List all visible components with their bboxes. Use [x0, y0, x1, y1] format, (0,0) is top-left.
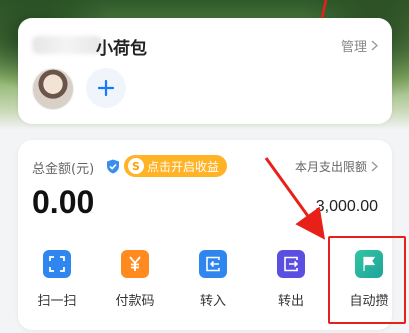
action-transfer-in[interactable]: 转入	[174, 248, 252, 328]
manage-label: 管理	[340, 40, 367, 55]
balance-amount: 0.00	[32, 184, 95, 220]
enable-earnings-label: 点击开启收益	[147, 159, 220, 174]
action-label: 转入	[199, 294, 226, 309]
wallet-card: 小荷包 管理	[18, 18, 392, 124]
shield-check-icon	[107, 159, 119, 174]
monthly-limit-link[interactable]: 本月支出限额	[295, 158, 378, 175]
action-label: 转出	[277, 294, 304, 309]
chevron-right-icon	[371, 161, 378, 172]
action-scan[interactable]: 扫一扫	[18, 248, 96, 328]
transfer-in-icon	[199, 250, 227, 278]
plus-icon	[97, 79, 115, 97]
coin-icon: S	[128, 158, 144, 174]
blurred-owner-name	[32, 36, 102, 54]
monthly-limit-label: 本月支出限额	[294, 160, 367, 174]
chevron-right-icon	[371, 40, 378, 51]
total-amount-label: 总金额(元)	[32, 162, 95, 177]
action-transfer-out[interactable]: 转出	[252, 248, 330, 328]
annotation-highlight-box	[328, 236, 406, 324]
manage-link[interactable]: 管理	[341, 36, 378, 55]
monthly-limit-value: 3,000.00	[315, 198, 378, 215]
action-payment-code[interactable]: 付款码	[96, 248, 174, 328]
member-avatar[interactable]	[32, 68, 74, 110]
add-member-button[interactable]	[86, 68, 126, 108]
scan-icon	[43, 250, 71, 278]
action-label: 扫一扫	[37, 294, 77, 309]
yuan-icon	[121, 250, 149, 278]
transfer-out-icon	[277, 250, 305, 278]
action-label: 付款码	[115, 294, 155, 309]
wallet-title: 小荷包	[96, 39, 147, 59]
enable-earnings-badge[interactable]: S 点击开启收益	[124, 155, 228, 177]
